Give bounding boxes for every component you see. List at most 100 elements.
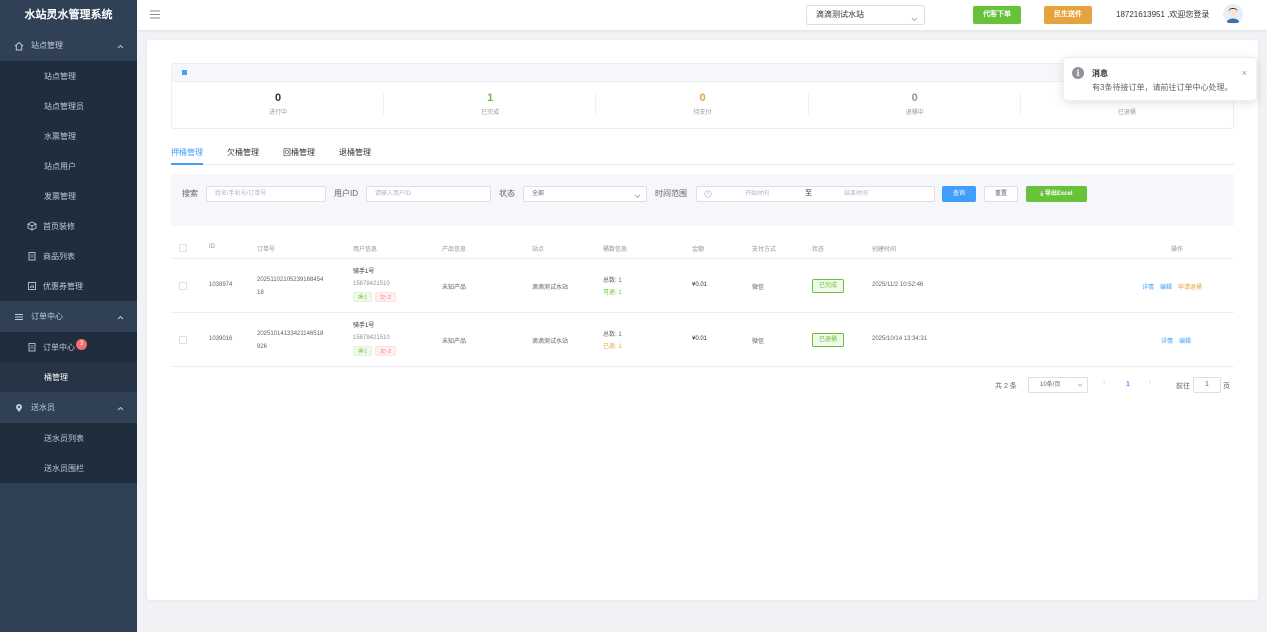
tab-refund[interactable]: 退桶管理 bbox=[339, 146, 371, 165]
cell-station: 滴滴测试水站 bbox=[532, 339, 569, 345]
tab-deposit[interactable]: 押桶管理 bbox=[171, 146, 203, 165]
status-label: 状态 bbox=[499, 189, 515, 198]
row-checkbox[interactable] bbox=[179, 336, 187, 344]
reset-button[interactable]: 重置 bbox=[984, 186, 1018, 202]
clipboard-icon bbox=[27, 251, 37, 261]
pager-total: 共 2 条 bbox=[995, 383, 1017, 390]
stat-value: 0 bbox=[699, 92, 706, 104]
table-header-row: ID 订单号 用户信息 产品信息 站点 桶数信息 金额 支付方式 状态 创建时间… bbox=[171, 237, 1234, 259]
sidebar-item-home-decor[interactable]: 首页装修 bbox=[0, 211, 137, 241]
welcome-text: 18721613951 ,欢迎您登录 bbox=[1116, 10, 1210, 19]
order-no-line2: 18 bbox=[257, 290, 264, 296]
sidebar-item-label: 订单中心 bbox=[43, 342, 75, 352]
info-icon: i bbox=[1072, 67, 1084, 79]
stat-pending-pay: 0 待支付 bbox=[596, 82, 809, 128]
bucket-table: ID 订单号 用户信息 产品信息 站点 桶数信息 金额 支付方式 状态 创建时间… bbox=[171, 237, 1234, 367]
sidebar-item-products[interactable]: 商品列表 bbox=[0, 241, 137, 271]
status-select-value: 全部 bbox=[532, 191, 545, 197]
status-select[interactable]: 全部 bbox=[523, 186, 647, 202]
cell-actions: 详情 编辑 bbox=[1161, 336, 1197, 345]
close-icon[interactable]: × bbox=[1242, 68, 1247, 78]
detail-link[interactable]: 详情 bbox=[1142, 285, 1154, 291]
sidebar-item-order-center[interactable]: 订单中心 3 bbox=[0, 332, 137, 362]
date-range-picker[interactable]: 开始时间 至 结束时间 bbox=[696, 186, 935, 202]
clock-icon bbox=[704, 190, 712, 204]
bucket-total: 总数: 1 bbox=[603, 332, 622, 338]
bucket-returned: 已退: 1 bbox=[603, 344, 622, 350]
sidebar-item-delivery-fence[interactable]: 送水员围栏 bbox=[0, 453, 137, 483]
cell-order-no: 20251102105239168454 18 bbox=[257, 274, 323, 300]
table-row: 1039016 20251014133421146518 926 骑手1号 15… bbox=[171, 313, 1234, 367]
sidebar-group-orders[interactable]: 订单中心 bbox=[0, 301, 137, 332]
sidebar-group-delivery[interactable]: 送水员 bbox=[0, 392, 137, 423]
cell-created: 2025/10/14 13:34:31 bbox=[872, 336, 928, 342]
sidebar-item-invoice[interactable]: 发票管理 bbox=[0, 181, 137, 211]
export-excel-button[interactable]: ⤓ 导出Excel bbox=[1026, 186, 1087, 202]
export-label: 导出Excel bbox=[1044, 191, 1073, 197]
col-id: ID bbox=[209, 244, 215, 250]
page-number-current[interactable]: 1 bbox=[1126, 381, 1130, 388]
stat-value: 0 bbox=[275, 92, 282, 104]
cube-icon bbox=[27, 221, 37, 231]
range-separator: 至 bbox=[805, 190, 812, 197]
edit-link[interactable]: 编辑 bbox=[1160, 285, 1172, 291]
sidebar-item-coupons[interactable]: 优惠券管理 bbox=[0, 271, 137, 301]
avatar[interactable] bbox=[1223, 4, 1243, 24]
select-all-checkbox[interactable] bbox=[179, 244, 187, 252]
col-station: 站点 bbox=[532, 247, 545, 253]
bucket-total: 总数: 1 bbox=[603, 278, 622, 284]
prev-page-icon[interactable]: ‹ bbox=[1103, 379, 1105, 386]
detail-link[interactable]: 详情 bbox=[1161, 339, 1173, 345]
search-input[interactable]: 姓名/手机号/订单号 bbox=[206, 186, 326, 202]
stat-value: 1 bbox=[487, 92, 494, 104]
hamburger-icon[interactable] bbox=[150, 10, 160, 21]
menu-icon bbox=[14, 312, 24, 322]
col-amount: 金额 bbox=[692, 247, 705, 253]
station-select[interactable]: 滴滴测试水站 bbox=[806, 5, 925, 25]
chevron-up-icon bbox=[117, 42, 124, 51]
sidebar-item-water-ticket[interactable]: 水票管理 bbox=[0, 121, 137, 151]
cell-product: 未知产品 bbox=[442, 285, 467, 291]
cell-created: 2025/11/2 10:52:46 bbox=[872, 282, 924, 288]
sidebar-item-bucket-manage[interactable]: 桶管理 bbox=[0, 362, 137, 392]
edit-link[interactable]: 编辑 bbox=[1179, 339, 1191, 345]
cell-id: 1039016 bbox=[209, 336, 233, 342]
cell-amount: ¥0.01 bbox=[692, 282, 708, 288]
page-unit-label: 页 bbox=[1223, 383, 1230, 390]
notification-title: 消息 bbox=[1092, 69, 1108, 78]
stat-label: 待支付 bbox=[693, 110, 712, 116]
page-size-value: 10条/页 bbox=[1040, 382, 1061, 388]
order-no-line2: 926 bbox=[257, 344, 268, 350]
row-checkbox[interactable] bbox=[179, 282, 187, 290]
stat-completed: 1 已完成 bbox=[384, 82, 597, 128]
cell-bucket: 总数: 1 可退: 1 bbox=[603, 275, 622, 299]
apply-refund-link[interactable]: 申请退桶 bbox=[1178, 285, 1202, 291]
chevron-down-icon bbox=[634, 191, 641, 205]
sidebar-item-delivery-list[interactable]: 送水员列表 bbox=[0, 423, 137, 453]
owed-tag: 欠:-2 bbox=[375, 292, 397, 302]
page-size-select[interactable]: 10条/页 bbox=[1028, 377, 1088, 393]
sidebar-item-station-admin[interactable]: 站点管理员 bbox=[0, 91, 137, 121]
tab-owed[interactable]: 欠桶管理 bbox=[227, 146, 259, 165]
status-badge: 已退桶 bbox=[812, 333, 845, 347]
userid-input[interactable]: 请输入用户ID bbox=[366, 186, 491, 202]
sidebar-group-station[interactable]: 站点管理 bbox=[0, 30, 137, 61]
tab-recycle[interactable]: 回桶管理 bbox=[283, 146, 315, 165]
sidebar: 水站灵水管理系统 站点管理 站点管理 站点管理员 水票管理 站点用户 发票管理 … bbox=[0, 0, 137, 632]
stat-label: 已退桶 bbox=[1117, 110, 1136, 116]
start-time-input[interactable]: 开始时间 bbox=[745, 187, 769, 201]
query-button[interactable]: 查询 bbox=[942, 186, 976, 202]
end-time-input[interactable]: 结束时间 bbox=[844, 187, 868, 201]
col-product: 产品信息 bbox=[442, 247, 467, 253]
proxy-order-button[interactable]: 代客下单 bbox=[973, 6, 1021, 24]
next-page-icon[interactable]: › bbox=[1149, 379, 1151, 386]
sidebar-item-station-manage[interactable]: 站点管理 bbox=[0, 61, 137, 91]
stat-label: 进行中 bbox=[269, 110, 288, 116]
goto-page-input[interactable]: 1 bbox=[1193, 377, 1221, 393]
chevron-up-icon bbox=[117, 313, 124, 322]
table-row: 1038974 20251102105239168454 18 骑手1号 158… bbox=[171, 259, 1234, 313]
sidebar-item-station-user[interactable]: 站点用户 bbox=[0, 151, 137, 181]
order-count-badge: 3 bbox=[76, 338, 87, 350]
service-delivery-button[interactable]: 民生送件 bbox=[1044, 6, 1092, 24]
chevron-up-icon bbox=[117, 404, 124, 413]
